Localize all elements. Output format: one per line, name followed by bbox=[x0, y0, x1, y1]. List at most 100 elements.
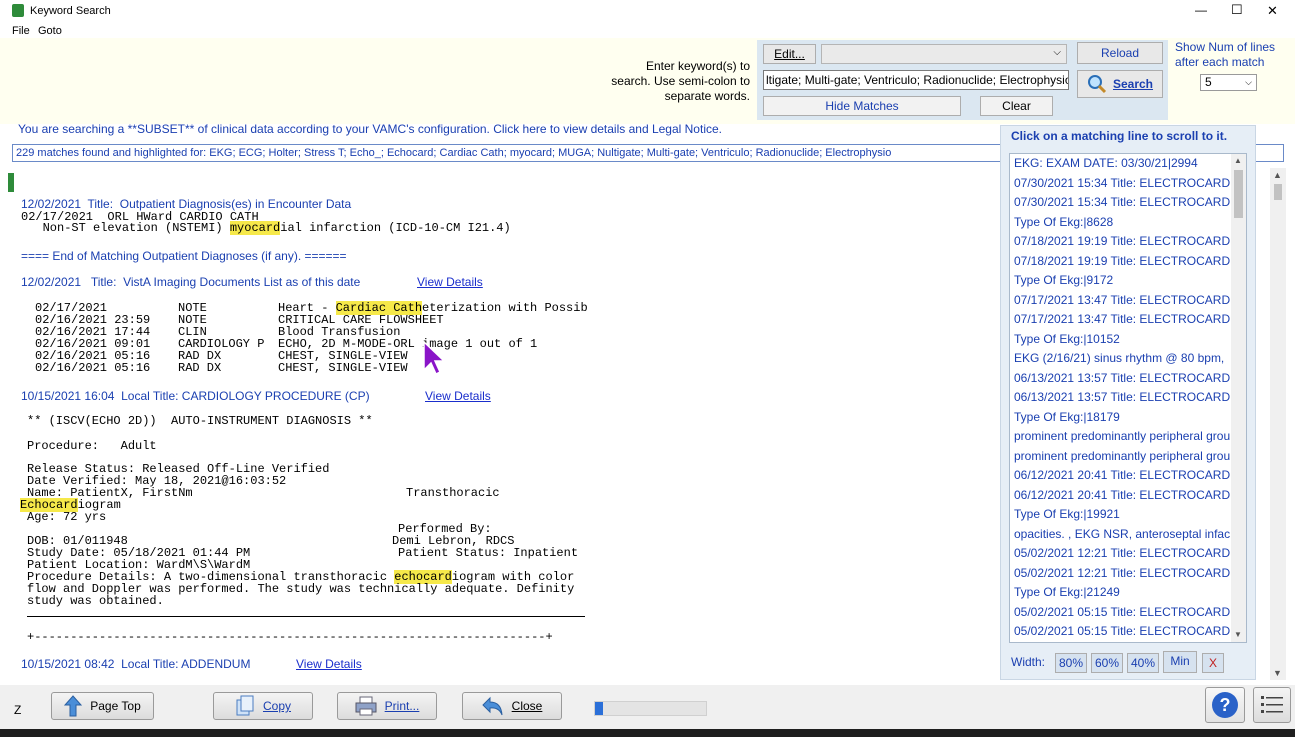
progress-bar bbox=[594, 701, 707, 716]
scroll-up-icon[interactable]: ▲ bbox=[1234, 156, 1242, 165]
search-button[interactable]: Search bbox=[1077, 70, 1163, 98]
list-item[interactable]: Type Of Ekg:|10152 bbox=[1014, 332, 1120, 346]
match-panel: Click on a matching line to scroll to it… bbox=[1000, 125, 1256, 680]
close-button[interactable]: Close bbox=[462, 692, 562, 720]
hide-matches-button[interactable]: Hide Matches bbox=[763, 96, 961, 116]
minimize-button[interactable]: — bbox=[1195, 3, 1207, 17]
position-marker bbox=[8, 173, 14, 192]
list-item[interactable]: 07/18/2021 19:19 Title: ELECTROCARD bbox=[1014, 254, 1230, 268]
view-details-link[interactable]: View Details bbox=[296, 657, 362, 671]
list-item[interactable]: 06/13/2021 13:57 Title: ELECTROCARD bbox=[1014, 371, 1230, 385]
list-item[interactable]: opacities. , EKG NSR, anteroseptal infac bbox=[1014, 527, 1230, 541]
report-line: study was obtained. bbox=[27, 594, 164, 608]
menu-goto[interactable]: Goto bbox=[38, 25, 62, 37]
list-item[interactable]: 06/12/2021 20:41 Title: ELECTROCARD bbox=[1014, 468, 1230, 482]
maximize-button[interactable]: ☐ bbox=[1231, 2, 1243, 18]
legal-notice-link[interactable]: You are searching a **SUBSET** of clinic… bbox=[18, 122, 722, 136]
chevron-down-icon: ⌵ bbox=[1245, 77, 1252, 87]
report-header: ** (ISCV(ECHO 2D)) AUTO-INSTRUMENT DIAGN… bbox=[27, 414, 373, 428]
doc-line: Non-ST elevation (NSTEMI) myocardial inf… bbox=[21, 221, 511, 235]
app-lock-icon bbox=[12, 4, 24, 17]
bottom-toolbar: Z Page Top Copy Print... Close ? bbox=[0, 685, 1295, 729]
list-item[interactable]: 06/12/2021 20:41 Title: ELECTROCARD bbox=[1014, 488, 1230, 502]
copy-icon bbox=[236, 695, 254, 716]
print-button[interactable]: Print... bbox=[337, 692, 437, 720]
list-item[interactable]: Type Of Ekg:|21249 bbox=[1014, 585, 1120, 599]
list-menu-button[interactable] bbox=[1253, 687, 1291, 723]
report-line: Procedure: Adult bbox=[27, 439, 157, 453]
title-bar: Keyword Search — ☐ ✕ bbox=[0, 0, 1295, 22]
section-title: 12/02/2021 Title: VistA Imaging Document… bbox=[21, 275, 361, 289]
list-icon bbox=[1261, 696, 1283, 713]
report-line: Patient Status: Inpatient bbox=[398, 546, 579, 560]
scroll-down-icon[interactable]: ▼ bbox=[1234, 630, 1242, 639]
chevron-down-icon: ⌵ bbox=[1053, 47, 1061, 58]
list-item[interactable]: prominent predominantly peripheral grou bbox=[1014, 449, 1230, 463]
close-panel-button[interactable]: X bbox=[1202, 653, 1224, 673]
keywords-input[interactable]: ltigate; Multi-gate; Ventriculo; Radionu… bbox=[763, 70, 1069, 90]
section-title: 10/15/2021 08:42 Local Title: ADDENDUM bbox=[21, 657, 251, 671]
keyword-history-select[interactable]: ⌵ bbox=[821, 44, 1067, 64]
list-item[interactable]: Type Of Ekg:|8628 bbox=[1014, 215, 1113, 229]
undo-arrow-icon bbox=[481, 696, 503, 716]
document-scrollbar[interactable]: ▲ ▼ bbox=[1270, 168, 1286, 680]
clear-button[interactable]: Clear bbox=[980, 96, 1053, 116]
match-panel-header: Click on a matching line to scroll to it… bbox=[1011, 129, 1228, 143]
arrow-up-icon bbox=[64, 695, 83, 717]
help-button[interactable]: ? bbox=[1205, 687, 1245, 723]
view-details-link[interactable]: View Details bbox=[417, 275, 483, 289]
scrollbar-thumb[interactable] bbox=[1274, 184, 1282, 200]
list-item[interactable]: 05/02/2021 12:21 Title: ELECTROCARD bbox=[1014, 546, 1230, 560]
list-item[interactable]: Type Of Ekg:|9172 bbox=[1014, 273, 1113, 287]
lines-label: Show Num of lines after each match bbox=[1175, 40, 1276, 69]
z-label: Z bbox=[14, 703, 22, 717]
list-item[interactable]: 05/02/2021 05:15 Title: ELECTROCARD bbox=[1014, 605, 1230, 619]
list-item[interactable]: prominent predominantly peripheral grou bbox=[1014, 429, 1230, 443]
window-title: Keyword Search bbox=[30, 5, 111, 17]
section-end: ==== End of Matching Outpatient Diagnose… bbox=[21, 249, 347, 263]
scroll-down-icon[interactable]: ▼ bbox=[1273, 668, 1282, 678]
list-item[interactable]: 07/17/2021 13:47 Title: ELECTROCARD bbox=[1014, 312, 1230, 326]
scroll-up-icon[interactable]: ▲ bbox=[1273, 170, 1282, 180]
match-highlight: myocard bbox=[229, 221, 281, 235]
reload-button[interactable]: Reload bbox=[1077, 42, 1163, 64]
mouse-cursor-icon bbox=[423, 340, 446, 376]
list-item[interactable]: 07/30/2021 15:34 Title: ELECTROCARD bbox=[1014, 195, 1230, 209]
search-instructions: Enter keyword(s) to search. Use semi-col… bbox=[611, 59, 750, 103]
page-top-button[interactable]: Page Top bbox=[51, 692, 154, 720]
menu-bar: File Goto bbox=[0, 22, 1295, 38]
width-min-button[interactable]: Min bbox=[1163, 651, 1197, 673]
list-item[interactable]: EKG: EXAM DATE: 03/30/21|2994 bbox=[1014, 156, 1198, 170]
list-item[interactable]: Type Of Ekg:|18179 bbox=[1014, 410, 1120, 424]
list-item[interactable]: Type Of Ekg:|19921 bbox=[1014, 507, 1120, 521]
lines-select[interactable]: 5 ⌵ bbox=[1200, 74, 1257, 91]
view-details-link[interactable]: View Details bbox=[425, 389, 491, 403]
list-item[interactable]: 06/13/2021 13:57 Title: ELECTROCARD bbox=[1014, 390, 1230, 404]
list-item[interactable]: 05/02/2021 05:15 Title: ELECTROCARD bbox=[1014, 624, 1230, 638]
list-item[interactable]: 07/30/2021 15:34 Title: ELECTROCARD bbox=[1014, 176, 1230, 190]
magnifier-icon bbox=[1087, 74, 1107, 94]
search-button-label: Search bbox=[1112, 77, 1154, 91]
list-item[interactable]: EKG (2/16/21) sinus rhythm @ 80 bpm, bbox=[1014, 351, 1224, 365]
width-80-button[interactable]: 80% bbox=[1055, 653, 1087, 673]
scrollbar-thumb[interactable] bbox=[1234, 170, 1243, 218]
divider bbox=[27, 616, 585, 617]
width-60-button[interactable]: 60% bbox=[1091, 653, 1123, 673]
match-list-scrollbar[interactable]: ▲ ▼ bbox=[1231, 154, 1246, 642]
width-40-button[interactable]: 40% bbox=[1127, 653, 1159, 673]
progress-fill bbox=[595, 702, 603, 715]
match-list[interactable]: EKG: EXAM DATE: 03/30/21|2994 07/30/2021… bbox=[1009, 153, 1247, 643]
list-item[interactable]: 05/02/2021 12:21 Title: ELECTROCARD bbox=[1014, 566, 1230, 580]
close-window-button[interactable]: ✕ bbox=[1267, 3, 1278, 19]
menu-file[interactable]: File bbox=[12, 25, 30, 37]
width-label: Width: bbox=[1011, 655, 1046, 669]
edit-button[interactable]: Edit... bbox=[763, 44, 816, 64]
list-item[interactable]: 07/18/2021 19:19 Title: ELECTROCARD bbox=[1014, 234, 1230, 248]
section-title: 12/02/2021 Title: Outpatient Diagnosis(e… bbox=[21, 197, 352, 211]
printer-icon bbox=[355, 696, 377, 716]
copy-button[interactable]: Copy bbox=[213, 692, 313, 720]
list-item[interactable]: 07/17/2021 13:47 Title: ELECTROCARD bbox=[1014, 293, 1230, 307]
report-line: Transthoracic bbox=[406, 486, 500, 500]
help-icon: ? bbox=[1212, 692, 1238, 718]
report-separator: +---------------------------------------… bbox=[27, 630, 553, 644]
